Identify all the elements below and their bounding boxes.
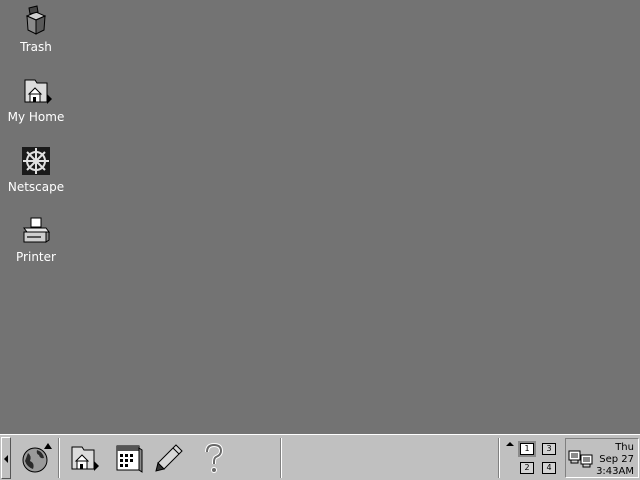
taskbar-separator: [498, 438, 500, 478]
pager-desktop-2[interactable]: 2: [520, 462, 534, 474]
trash-icon: [25, 5, 47, 35]
clock-day: Thu: [615, 442, 634, 453]
desktop-icon-label: Netscape: [7, 180, 65, 194]
calendar-icon: [116, 445, 143, 473]
desktop-icon-printer[interactable]: Printer: [2, 210, 70, 274]
clock-time: 3:43AM: [596, 466, 634, 477]
pager-desktop-3[interactable]: 3: [542, 443, 556, 455]
network-status-icon[interactable]: [568, 447, 594, 471]
editor-launcher-button[interactable]: [150, 439, 188, 477]
desktop-icon-label: Trash: [20, 40, 52, 54]
home-folder-icon: [24, 79, 52, 104]
globe-menu-icon: [22, 443, 52, 473]
taskbar-hide-handle[interactable]: [1, 437, 11, 479]
desktop-icon-my-home[interactable]: My Home: [2, 70, 70, 134]
desktop-icon-label: Printer: [16, 250, 56, 264]
help-button[interactable]: [194, 439, 232, 477]
taskbar: 1 2 3 4 Thu Sep 27 3:43AM: [0, 434, 640, 480]
pager-desktop-1[interactable]: 1: [520, 443, 534, 455]
clock-area: Thu Sep 27 3:43AM: [565, 438, 639, 478]
home-launcher-button[interactable]: [64, 439, 102, 477]
home-folder-icon: [71, 446, 99, 471]
main-menu-button[interactable]: [16, 439, 54, 477]
desktop-icon-netscape[interactable]: Netscape: [2, 140, 70, 204]
clock-date: Sep 27: [599, 454, 634, 465]
pager-desktop-4[interactable]: 4: [542, 462, 556, 474]
calendar-launcher-button[interactable]: [108, 439, 146, 477]
desktop-icon-label: My Home: [7, 110, 65, 124]
desktop-icon-trash[interactable]: Trash: [2, 0, 70, 64]
printer-icon: [23, 217, 50, 243]
help-icon: [205, 442, 224, 473]
taskbar-separator: [58, 438, 60, 478]
clock[interactable]: Thu Sep 27 3:43AM: [596, 442, 634, 478]
netscape-wheel-icon: [22, 147, 50, 175]
arrow-left-icon: [4, 455, 8, 463]
task-list-area[interactable]: [282, 438, 496, 478]
pen-icon: [155, 444, 183, 472]
desktop-pager: 1 2 3 4: [512, 438, 562, 478]
